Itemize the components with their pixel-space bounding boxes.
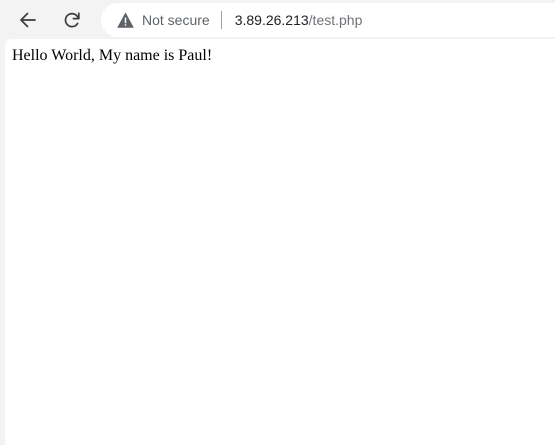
page-body-text: Hello World, My name is Paul!: [12, 47, 213, 64]
warning-triangle-icon: [117, 12, 134, 28]
url-host: 3.89.26.213: [234, 12, 309, 28]
reload-icon: [64, 12, 80, 28]
page-content: Hello World, My name is Paul!: [5, 39, 555, 445]
url-text[interactable]: 3.89.26.213/test.php: [235, 12, 363, 28]
browser-window: Not secure 3.89.26.213/test.php Hello Wo…: [0, 0, 555, 445]
site-security-indicator[interactable]: Not secure: [101, 3, 210, 37]
browser-toolbar: Not secure 3.89.26.213/test.php: [0, 0, 555, 39]
address-bar[interactable]: Not secure 3.89.26.213/test.php: [101, 3, 555, 37]
back-button[interactable]: [12, 4, 44, 36]
url-path: /test.php: [308, 12, 363, 28]
reload-button[interactable]: [56, 4, 88, 36]
address-bar-divider: [220, 11, 222, 29]
arrow-left-icon: [20, 12, 36, 28]
not-secure-label: Not secure: [142, 12, 210, 28]
